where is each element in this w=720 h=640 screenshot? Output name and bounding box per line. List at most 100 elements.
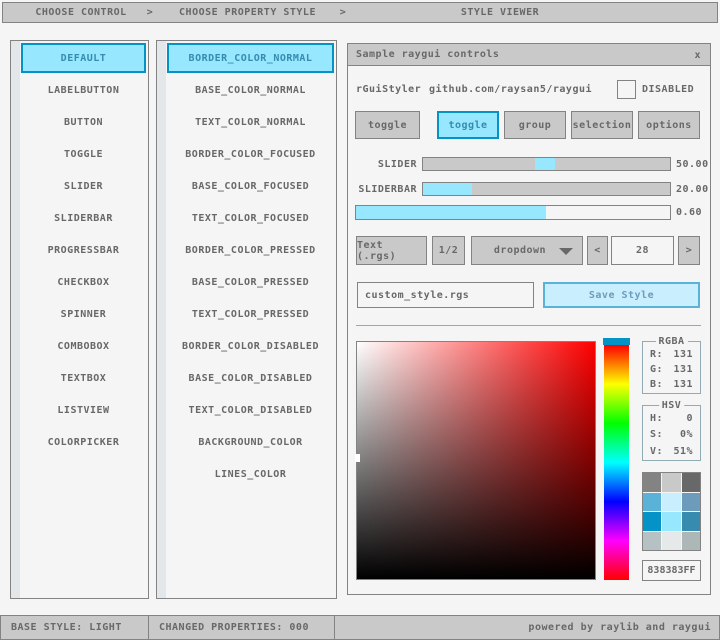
hsv-row-label: H: [650, 413, 663, 424]
slider-handle[interactable] [535, 158, 555, 170]
property-list-item[interactable]: BORDER_COLOR_DISABLED [167, 331, 334, 361]
control-list-item[interactable]: COMBOBOX [21, 331, 146, 361]
control-list-item[interactable]: PROGRESSBAR [21, 235, 146, 265]
color-swatch[interactable] [682, 512, 700, 531]
property-list-item[interactable]: BORDER_COLOR_NORMAL [167, 43, 334, 73]
spinner-increment-button[interactable]: > [678, 236, 700, 265]
window-title-bar: Sample raygui controls x [348, 44, 710, 66]
control-list-item[interactable]: SLIDER [21, 171, 146, 201]
control-list-item[interactable]: TOGGLE [21, 139, 146, 169]
half-button[interactable]: 1/2 [432, 236, 465, 265]
toggle-group-item[interactable]: toggle [437, 111, 499, 139]
status-powered-by: powered by raylib and raygui [334, 615, 720, 640]
rgba-row-label: B: [650, 379, 663, 390]
style-color-swatches [642, 472, 701, 551]
hsv-row-label: S: [650, 429, 663, 440]
controls-list-scrollbar[interactable] [11, 41, 20, 598]
toggle-group-item[interactable]: options [638, 111, 700, 139]
property-list-item[interactable]: BORDER_COLOR_PRESSED [167, 235, 334, 265]
color-panel[interactable] [356, 341, 596, 580]
properties-list-scrollbar[interactable] [157, 41, 166, 598]
controls-list: DEFAULTLABELBUTTONBUTTONTOGGLESLIDERSLID… [21, 43, 146, 459]
rgba-title: RGBA [655, 336, 687, 347]
control-list-item[interactable]: LISTVIEW [21, 395, 146, 425]
property-list-item[interactable]: BORDER_COLOR_FOCUSED [167, 139, 334, 169]
save-style-button[interactable]: Save Style [543, 282, 700, 308]
control-list-item[interactable]: SPINNER [21, 299, 146, 329]
color-swatch[interactable] [682, 493, 700, 512]
property-list-item[interactable]: BASE_COLOR_FOCUSED [167, 171, 334, 201]
rgba-row-value: 131 [673, 364, 693, 375]
hsv-row-label: V: [650, 446, 663, 457]
text-rgs-button[interactable]: Text (.rgs) [356, 236, 427, 265]
disabled-checkbox-label: DISABLED [642, 80, 694, 99]
property-list-item[interactable]: TEXT_COLOR_FOCUSED [167, 203, 334, 233]
sliderbar-value: 20.00 [676, 182, 709, 196]
color-swatch[interactable] [662, 512, 680, 531]
color-swatch[interactable] [662, 473, 680, 492]
repo-link[interactable]: github.com/raysan5/raygui [429, 80, 592, 99]
control-list-item[interactable]: BUTTON [21, 107, 146, 137]
chevron-right-icon: > [335, 3, 351, 22]
disabled-checkbox[interactable] [617, 80, 636, 99]
hsv-row: V: 51% [650, 444, 693, 458]
progress-bar-fill [356, 206, 546, 219]
rguistyler-app: CHOOSE CONTROL > CHOOSE PROPERTY STYLE >… [0, 0, 720, 640]
property-list-item[interactable]: BACKGROUND_COLOR [167, 427, 334, 457]
control-list-item[interactable]: COLORPICKER [21, 427, 146, 457]
control-list-item[interactable]: CHECKBOX [21, 267, 146, 297]
color-swatch[interactable] [643, 473, 661, 492]
color-swatch[interactable] [643, 512, 661, 531]
color-swatch[interactable] [662, 532, 680, 551]
progress-bar-value: 0.60 [676, 205, 702, 220]
sliderbar-fill [423, 183, 472, 195]
top-bar-style-viewer: STYLE VIEWER [400, 3, 600, 22]
spinner-decrement-button[interactable]: < [587, 236, 608, 265]
file-name-input[interactable]: custom_style.rgs [357, 282, 534, 308]
control-list-item[interactable]: LABELBUTTON [21, 75, 146, 105]
window-title: Sample raygui controls [356, 49, 499, 60]
color-swatch[interactable] [682, 473, 700, 492]
sliderbar[interactable] [422, 182, 671, 196]
hex-value-box[interactable]: 838383FF [642, 560, 701, 581]
toggle-group: togglegroupselectionoptions [437, 111, 700, 139]
property-list-item[interactable]: BASE_COLOR_NORMAL [167, 75, 334, 105]
app-name-label: rGuiStyler [356, 80, 421, 99]
property-list-item[interactable]: TEXT_COLOR_NORMAL [167, 107, 334, 137]
dropdown-button[interactable]: dropdown [471, 236, 583, 265]
rgba-row-label: G: [650, 364, 663, 375]
spinner-value-box[interactable]: 28 [611, 236, 674, 265]
toggle-group-item[interactable]: selection [571, 111, 633, 139]
control-list-item[interactable]: DEFAULT [21, 43, 146, 73]
style-viewer-window: Sample raygui controls x rGuiStyler gith… [347, 43, 711, 595]
controls-list-panel: DEFAULTLABELBUTTONBUTTONTOGGLESLIDERSLID… [10, 40, 149, 599]
top-bar: CHOOSE CONTROL > CHOOSE PROPERTY STYLE >… [2, 2, 718, 23]
hue-bar-cursor[interactable] [603, 338, 630, 345]
rgba-row: G: 131 [650, 362, 693, 376]
hue-bar[interactable] [604, 345, 629, 580]
toggle-button[interactable]: toggle [355, 111, 420, 139]
hsv-rows: H: 0 S: 0% V: 51% [643, 411, 700, 458]
color-swatch[interactable] [682, 532, 700, 551]
property-list-item[interactable]: BASE_COLOR_DISABLED [167, 363, 334, 393]
slider-value: 50.00 [676, 157, 709, 171]
color-swatch[interactable] [643, 532, 661, 551]
property-list-item[interactable]: BASE_COLOR_PRESSED [167, 267, 334, 297]
top-bar-choose-control: CHOOSE CONTROL [12, 3, 150, 22]
color-swatch[interactable] [662, 493, 680, 512]
slider[interactable] [422, 157, 671, 171]
property-list-item[interactable]: TEXT_COLOR_PRESSED [167, 299, 334, 329]
hsv-row-value: 51% [673, 446, 693, 457]
hsv-row-value: 0 [686, 413, 693, 424]
control-list-item[interactable]: TEXTBOX [21, 363, 146, 393]
rgba-group-box: RGBA R: 131 G: 131 B: 131 [642, 341, 701, 394]
status-base-style: BASE STYLE: LIGHT [0, 615, 149, 640]
close-icon[interactable]: x [694, 44, 701, 66]
property-list-item[interactable]: TEXT_COLOR_DISABLED [167, 395, 334, 425]
toggle-group-item[interactable]: group [504, 111, 566, 139]
property-list-item[interactable]: LINES_COLOR [167, 459, 334, 489]
color-panel-cursor[interactable] [355, 454, 360, 462]
properties-list-panel: BORDER_COLOR_NORMALBASE_COLOR_NORMALTEXT… [156, 40, 337, 599]
control-list-item[interactable]: SLIDERBAR [21, 203, 146, 233]
color-swatch[interactable] [643, 493, 661, 512]
